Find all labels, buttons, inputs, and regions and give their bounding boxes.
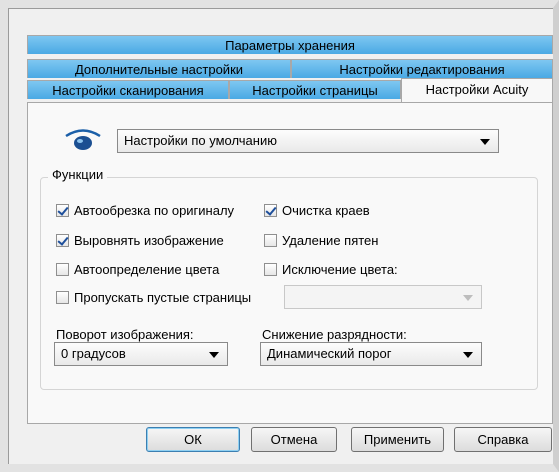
checkbox-box bbox=[264, 234, 277, 247]
cancel-button[interactable]: Отмена bbox=[251, 427, 337, 452]
checkbox-box bbox=[264, 263, 277, 276]
edge-cleanup-label: Очистка краев bbox=[282, 203, 370, 218]
auto-color-label: Автоопределение цвета bbox=[74, 262, 220, 277]
skip-blank-label: Пропускать пустые страницы bbox=[74, 290, 252, 305]
checkbox-box bbox=[56, 263, 69, 276]
tab-page-settings[interactable]: Настройки страницы bbox=[229, 80, 401, 99]
bit-depth-value: Динамический порог bbox=[267, 346, 392, 361]
features-legend: Функции bbox=[48, 167, 108, 182]
help-button[interactable]: Справка bbox=[454, 427, 552, 452]
preset-dropdown[interactable]: Настройки по умолчанию bbox=[117, 129, 499, 153]
eye-icon bbox=[65, 129, 101, 150]
tab-acuity-settings[interactable]: Настройки Acuity bbox=[401, 78, 553, 102]
color-dropout-dropdown[interactable] bbox=[284, 285, 482, 309]
tab-storage-settings[interactable]: Параметры хранения bbox=[27, 35, 553, 54]
apply-button[interactable]: Применить bbox=[351, 427, 444, 452]
tab-editing-settings[interactable]: Настройки редактирования bbox=[291, 59, 553, 78]
ok-button[interactable]: ОК bbox=[146, 427, 240, 452]
rotation-dropdown[interactable]: 0 градусов bbox=[54, 342, 228, 366]
rotation-value: 0 градусов bbox=[61, 346, 126, 361]
color-dropout-label: Исключение цвета: bbox=[282, 262, 398, 277]
auto-crop-checkbox[interactable]: Автообрезка по оригиналу bbox=[56, 203, 234, 218]
straighten-checkbox[interactable]: Выровнять изображение bbox=[56, 233, 224, 248]
bit-depth-dropdown[interactable]: Динамический порог bbox=[260, 342, 482, 366]
despeckle-label: Удаление пятен bbox=[282, 233, 379, 248]
straighten-label: Выровнять изображение bbox=[74, 233, 224, 248]
bit-depth-label: Снижение разрядности: bbox=[262, 327, 407, 342]
checkbox-box bbox=[56, 204, 69, 217]
auto-crop-label: Автообрезка по оригиналу bbox=[74, 203, 235, 218]
chevron-down-icon bbox=[480, 139, 490, 145]
color-dropout-checkbox[interactable]: Исключение цвета: bbox=[264, 262, 398, 277]
checkbox-box bbox=[56, 234, 69, 247]
checkbox-box bbox=[56, 291, 69, 304]
chevron-down-icon bbox=[209, 352, 219, 358]
chevron-down-icon bbox=[463, 295, 473, 301]
rotation-label: Поворот изображения: bbox=[56, 327, 194, 342]
chevron-down-icon bbox=[463, 352, 473, 358]
edge-cleanup-checkbox[interactable]: Очистка краев bbox=[264, 203, 370, 218]
despeckle-checkbox[interactable]: Удаление пятен bbox=[264, 233, 378, 248]
checkbox-box bbox=[264, 204, 277, 217]
skip-blank-checkbox[interactable]: Пропускать пустые страницы bbox=[56, 290, 251, 305]
tab-scan-settings[interactable]: Настройки сканирования bbox=[27, 80, 229, 99]
auto-color-checkbox[interactable]: Автоопределение цвета bbox=[56, 262, 219, 277]
preset-value: Настройки по умолчанию bbox=[124, 133, 277, 148]
tab-advanced-settings[interactable]: Дополнительные настройки bbox=[27, 59, 291, 78]
